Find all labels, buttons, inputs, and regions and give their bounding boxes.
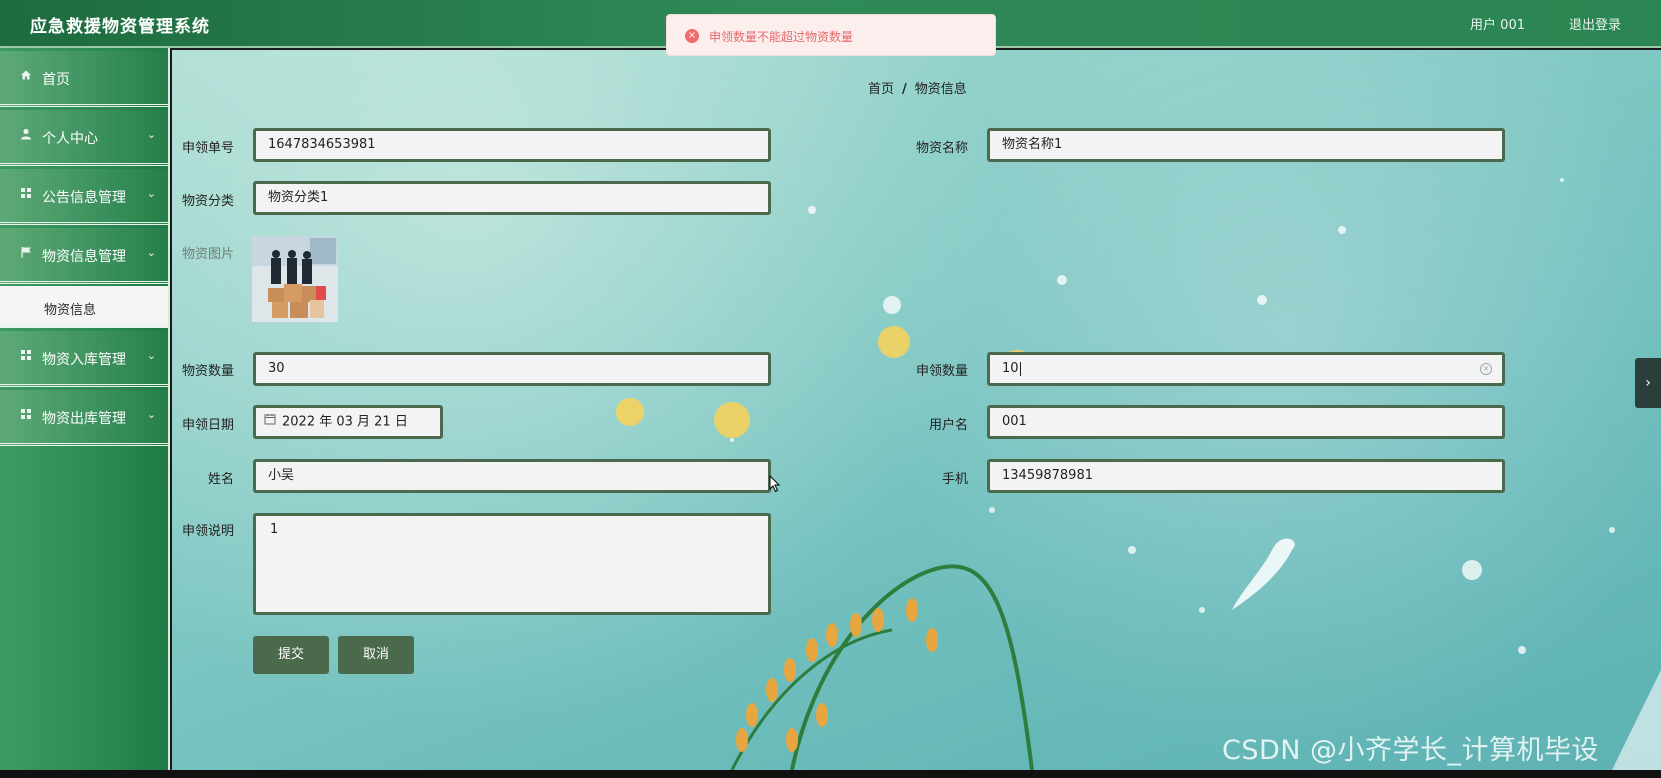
chevron-down-icon: ⌄ <box>146 349 156 362</box>
sidebar-item-label: 首页 <box>42 72 70 88</box>
sidebar-item-home[interactable]: 首页 <box>0 51 168 107</box>
app-title: 应急救援物资管理系统 <box>30 17 210 37</box>
description-label: 申领说明 <box>181 524 234 539</box>
chevron-down-icon: ⌄ <box>146 246 156 259</box>
watermark: CSDN @小齐学长_计算机毕设 <box>1222 735 1600 766</box>
material-image[interactable] <box>252 236 338 322</box>
apply-date-label: 申领日期 <box>181 418 234 433</box>
sidebar-item-label: 个人中心 <box>42 131 98 147</box>
grid-icon <box>20 349 36 364</box>
user-icon <box>20 128 36 143</box>
flag-icon <box>20 246 36 261</box>
chevron-down-icon: ⌄ <box>146 408 156 421</box>
material-category-input[interactable]: 物资分类1 <box>253 181 771 215</box>
sidebar-item-material-info[interactable]: 物资信息管理 ⌄ <box>0 228 168 284</box>
error-circle-icon: × <box>685 29 699 43</box>
chevron-down-icon: ⌄ <box>146 187 156 200</box>
grid-icon <box>20 408 36 423</box>
sidebar-subitem-label: 物资信息 <box>44 303 97 318</box>
username-label: 用户名 <box>928 418 968 433</box>
phone-input[interactable]: 13459878981 <box>987 459 1505 493</box>
main-content: 首页 / 物资信息 申领单号 1647834653981 物资名称 物资名称1 物资… <box>172 50 1661 770</box>
user-label: 用户 001 <box>1470 18 1525 33</box>
sidebar: 首页 个人中心 ⌄ 公告信息管理 ⌄ 物资信息管理 ⌄ 物资信息 物资入库管理 … <box>0 48 170 770</box>
sidebar-subitem-material-info[interactable]: 物资信息 <box>0 286 168 328</box>
apply-qty-label: 申领数量 <box>915 364 968 379</box>
sidebar-item-notice[interactable]: 公告信息管理 ⌄ <box>0 169 168 225</box>
chevron-down-icon: ⌄ <box>146 128 156 141</box>
sidebar-item-label: 物资信息管理 <box>42 249 126 265</box>
material-category-label: 物资分类 <box>181 194 234 209</box>
name-input[interactable]: 小吴 <box>253 459 771 493</box>
apply-no-label: 申领单号 <box>181 141 234 156</box>
toast-message: 申领数量不能超过物资数量 <box>709 30 854 44</box>
expand-panel-button[interactable]: › <box>1635 358 1661 408</box>
breadcrumb-separator: / <box>902 82 907 97</box>
sidebar-item-profile[interactable]: 个人中心 ⌄ <box>0 110 168 166</box>
material-name-input[interactable]: 物资名称1 <box>987 128 1505 162</box>
bottom-strip <box>0 770 1661 778</box>
submit-button[interactable]: 提交 <box>253 636 329 674</box>
clear-icon[interactable]: × <box>1480 363 1492 375</box>
chevron-right-icon: › <box>1645 375 1651 391</box>
breadcrumb-home[interactable]: 首页 <box>868 82 894 97</box>
apply-date-value: 2022 年 03 月 21 日 <box>282 414 408 430</box>
apply-qty-value: 10 <box>1002 361 1019 376</box>
phone-label: 手机 <box>941 472 968 487</box>
sidebar-item-stock-in[interactable]: 物资入库管理 ⌄ <box>0 331 168 387</box>
apply-qty-input[interactable]: 10 × <box>987 352 1505 386</box>
grid-icon <box>20 187 36 202</box>
breadcrumb: 首页 / 物资信息 <box>868 78 967 97</box>
text-cursor <box>1019 361 1021 376</box>
logout-link[interactable]: 退出登录 <box>1569 14 1621 33</box>
sidebar-item-label: 物资入库管理 <box>42 352 126 368</box>
description-textarea[interactable]: 1 <box>253 513 771 615</box>
error-toast: × 申领数量不能超过物资数量 <box>666 14 996 56</box>
apply-no-input[interactable]: 1647834653981 <box>253 128 771 162</box>
material-qty-input[interactable]: 30 <box>253 352 771 386</box>
home-icon <box>20 69 36 84</box>
calendar-icon <box>264 408 276 436</box>
name-label: 姓名 <box>207 472 234 487</box>
breadcrumb-current: 物资信息 <box>914 82 967 97</box>
sidebar-item-stock-out[interactable]: 物资出库管理 ⌄ <box>0 390 168 446</box>
cancel-button[interactable]: 取消 <box>338 636 414 674</box>
material-name-label: 物资名称 <box>915 141 968 156</box>
sidebar-item-label: 公告信息管理 <box>42 190 126 206</box>
sidebar-item-label: 物资出库管理 <box>42 411 126 427</box>
material-qty-label: 物资数量 <box>181 364 234 379</box>
material-image-label: 物资图片 <box>181 247 234 262</box>
apply-date-picker[interactable]: 2022 年 03 月 21 日 <box>253 405 443 439</box>
username-input[interactable]: 001 <box>987 405 1505 439</box>
